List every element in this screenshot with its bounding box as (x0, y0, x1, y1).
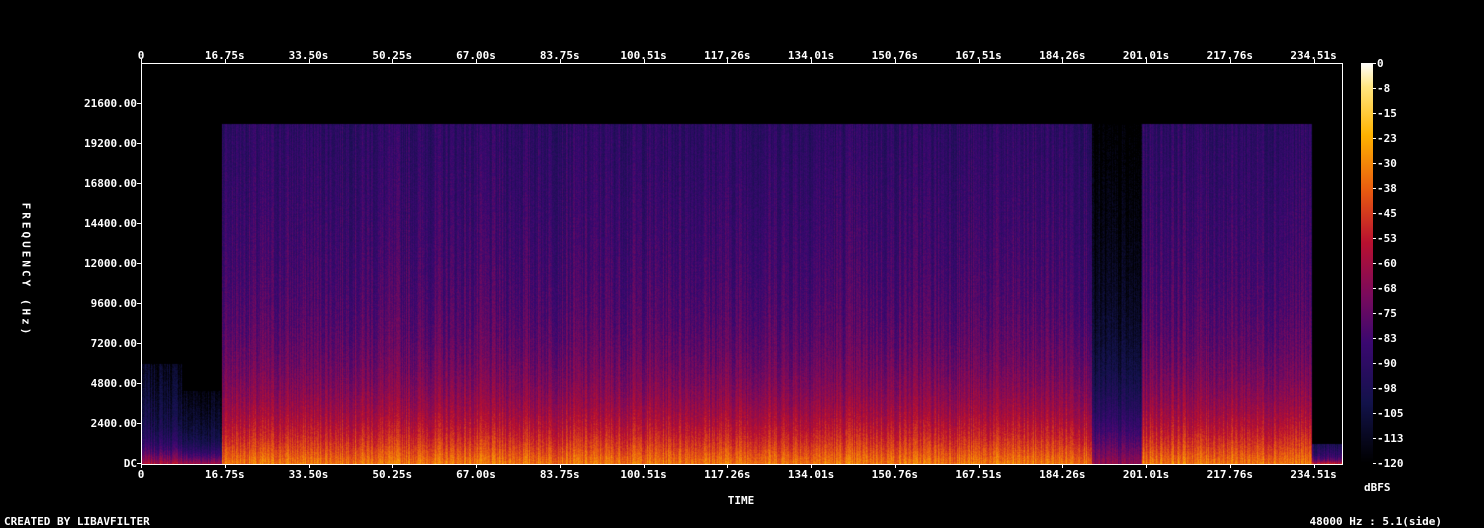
colorbar-tick-label: -60 (1377, 257, 1397, 270)
colorbar-tick-label: -30 (1377, 157, 1397, 170)
colorbar-tick-label: -15 (1377, 107, 1397, 120)
colorbar-tick-label: -23 (1377, 132, 1397, 145)
colorbar-tick-label: -90 (1377, 357, 1397, 370)
colorbar-tick-mark (1373, 288, 1376, 289)
y-tick-label: 9600.00 (90, 297, 137, 310)
colorbar-tick-label: -113 (1377, 432, 1404, 445)
x-tick-label: 50.25s (372, 468, 413, 481)
y-tick-label: 16800.00 (84, 177, 137, 190)
spectrogram-plot-area (141, 63, 1343, 465)
colorbar-tick-label: 0 (1377, 57, 1384, 70)
colorbar-tick-mark (1373, 188, 1376, 189)
x-tick-label: 67.00s (456, 468, 496, 481)
y-axis-label: FREQUENCY (Hz) (19, 202, 33, 338)
colorbar-tick-mark (1373, 113, 1376, 114)
y-tick-label: 2400.00 (90, 417, 137, 430)
x-tick-label: 83.75s (539, 468, 580, 481)
y-tick-label: 19200.00 (84, 137, 137, 150)
x-tick-label: 167.51s (955, 468, 1002, 481)
spectrogram-image (142, 64, 1342, 464)
colorbar-tick-label: -120 (1377, 457, 1404, 470)
colorbar-tick-label: -83 (1377, 332, 1397, 345)
colorbar-tick-label: -98 (1377, 382, 1397, 395)
colorbar-tick-mark (1373, 213, 1376, 214)
y-tick-label: DC (123, 457, 137, 470)
x-tick-label: 0 (137, 468, 145, 481)
colorbar-tick-label: -68 (1377, 282, 1397, 295)
colorbar-tick-mark (1373, 338, 1376, 339)
colorbar-tick-label: -53 (1377, 232, 1397, 245)
footer-credit: CREATED BY LIBAVFILTER (4, 515, 150, 528)
y-tick-label: 14400.00 (84, 217, 137, 230)
x-tick-label: 201.01s (1122, 468, 1170, 481)
colorbar-tick-mark (1373, 263, 1376, 264)
colorbar (1361, 63, 1373, 463)
footer-format: 48000 Hz : 5.1(side) (1309, 515, 1442, 528)
x-tick-label: 100.51s (620, 468, 667, 481)
x-tick-label: 117.26s (704, 468, 751, 481)
colorbar-tick-mark (1373, 238, 1376, 239)
x-tick-label: 16.75s (204, 468, 245, 481)
colorbar-tick-mark (1373, 88, 1376, 89)
colorbar-tick-label: -8 (1377, 82, 1391, 95)
colorbar-tick-label: -38 (1377, 182, 1397, 195)
x-tick-label: 217.76s (1206, 468, 1253, 481)
x-tick-label: 234.51s (1290, 468, 1337, 481)
x-axis-label: TIME (727, 494, 755, 507)
colorbar-tick-mark (1373, 163, 1376, 164)
colorbar-tick-mark (1373, 363, 1376, 364)
y-tick-label: 4800.00 (90, 377, 137, 390)
x-tick-label: 33.50s (288, 468, 329, 481)
colorbar-tick-mark (1373, 313, 1376, 314)
colorbar-tick-mark (1373, 63, 1376, 64)
colorbar-tick-mark (1373, 138, 1376, 139)
colorbar-tick-label: -45 (1377, 207, 1397, 220)
y-tick-label: 12000.00 (84, 257, 137, 270)
colorbar-tick-mark (1373, 463, 1376, 464)
y-tick-label: 21600.00 (84, 97, 137, 110)
x-tick-label: 150.76s (871, 468, 918, 481)
colorbar-label: dBFS (1364, 481, 1391, 494)
colorbar-tick-label: -75 (1377, 307, 1397, 320)
colorbar-tick-mark (1373, 413, 1376, 414)
x-tick-label: 134.01s (787, 468, 835, 481)
colorbar-tick-mark (1373, 438, 1376, 439)
y-tick-label: 7200.00 (90, 337, 137, 350)
x-tick-label: 184.26s (1039, 468, 1086, 481)
colorbar-tick-mark (1373, 388, 1376, 389)
colorbar-tick-label: -105 (1377, 407, 1404, 420)
